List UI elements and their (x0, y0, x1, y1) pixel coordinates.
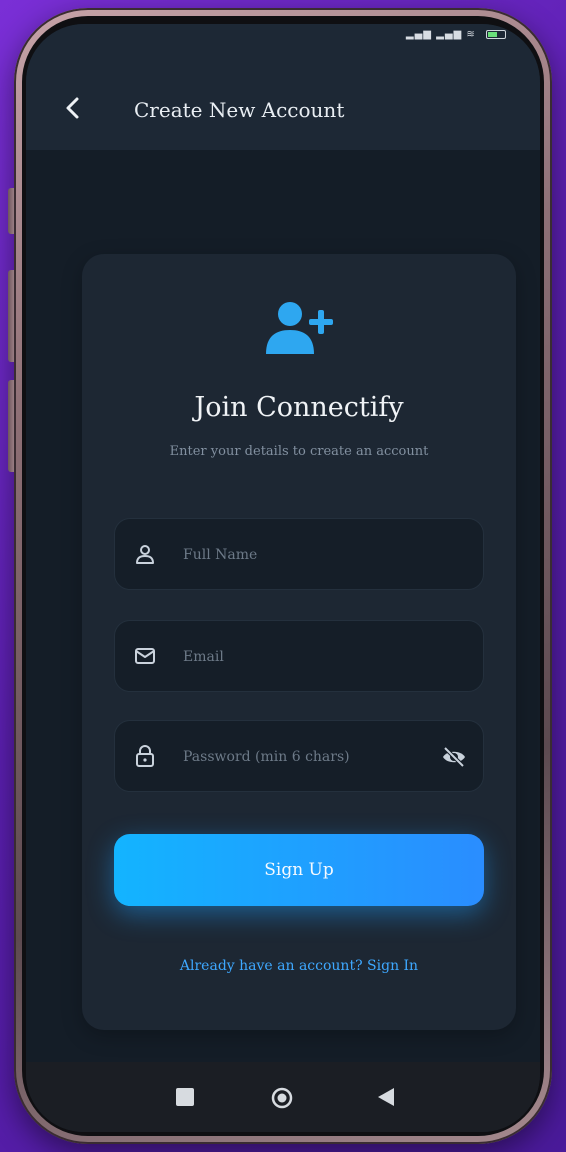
home-icon[interactable] (270, 1086, 294, 1110)
status-bar: ▂▄▆ ▂▄▆ ≋ (26, 24, 540, 50)
wifi-icon: ≋ (466, 29, 476, 40)
status-icons: ▂▄▆ ▂▄▆ ≋ (406, 29, 506, 40)
card-subtitle: Enter your details to create an account (169, 444, 429, 459)
sign-in-link[interactable]: Already have an account? Sign In (82, 958, 516, 974)
signal-icon: ▂▄▆ (405, 29, 432, 40)
back-triangle-icon[interactable] (374, 1086, 396, 1108)
full-name-input[interactable] (181, 519, 425, 591)
system-nav-bar (26, 1062, 540, 1132)
main-content: Join Connectify Enter your details to cr… (26, 150, 540, 1062)
volume-up-button (8, 270, 14, 362)
email-field[interactable] (114, 620, 484, 693)
screen: ▂▄▆ ▂▄▆ ≋ Create New Account Join Connec… (26, 24, 540, 1132)
password-input[interactable] (181, 721, 425, 793)
eye-off-icon[interactable] (441, 744, 467, 770)
power-button (8, 188, 14, 234)
volume-down-button (8, 380, 14, 472)
sign-up-button[interactable]: Sign Up (114, 834, 484, 906)
add-user-icon (266, 302, 333, 354)
chevron-left-icon[interactable] (62, 96, 86, 120)
lock-icon (136, 745, 154, 767)
user-icon (136, 545, 154, 564)
email-input[interactable] (181, 621, 425, 693)
card-title: Join Connectify (194, 392, 404, 423)
signal-icon-2: ▂▄▆ (436, 29, 463, 40)
recent-apps-icon[interactable] (174, 1086, 196, 1108)
full-name-field[interactable] (114, 518, 484, 591)
password-field[interactable] (114, 720, 484, 793)
battery-icon (486, 29, 506, 39)
mail-icon (135, 648, 155, 664)
app-bar: Create New Account (26, 50, 540, 150)
signup-card: Join Connectify Enter your details to cr… (82, 254, 516, 1030)
page-title: Create New Account (134, 98, 345, 122)
